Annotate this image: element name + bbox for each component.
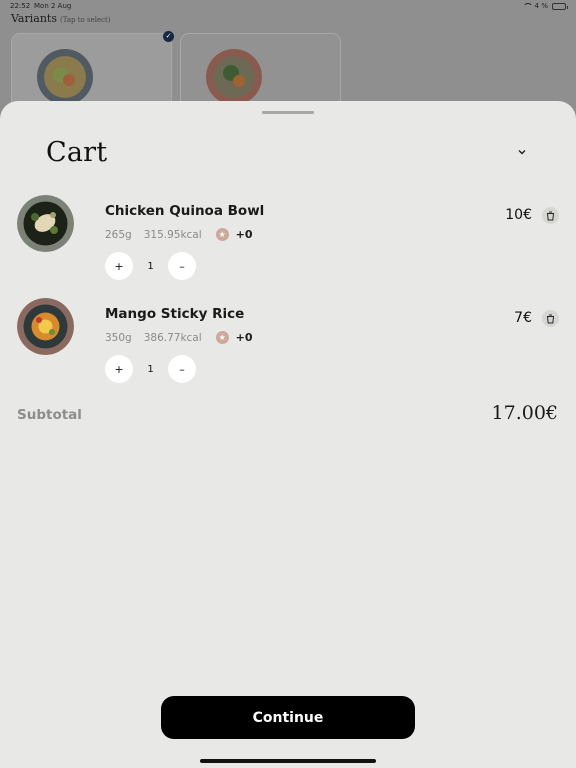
subtotal-label: Subtotal (17, 407, 82, 423)
cart-sheet: Cart Chicken Quinoa Bowl 265g 315.95kcal… (0, 101, 576, 768)
status-time: 22:52 (10, 2, 31, 10)
item-price: 7€ (514, 310, 532, 326)
item-weight: 350g (105, 331, 132, 344)
variants-title-text: Variants (11, 12, 57, 25)
wifi-icon (522, 3, 533, 9)
item-kcal: 386.77kcal (143, 331, 202, 344)
dish-image (17, 195, 74, 252)
status-bar: 22:52 Mon 2 Aug 4 % (0, 0, 576, 12)
quantity-value: 1 (147, 363, 154, 375)
item-name: Mango Sticky Rice (105, 306, 245, 322)
cart-item: Chicken Quinoa Bowl 265g 315.95kcal ★ +0… (0, 195, 576, 295)
item-kcal: 315.95kcal (143, 228, 202, 241)
item-meta: 265g 315.95kcal ★ +0 (105, 228, 253, 241)
continue-button[interactable]: Continue (161, 696, 415, 739)
item-price: 10€ (505, 207, 532, 223)
trash-icon[interactable] (542, 207, 559, 224)
quantity-stepper: + 1 – (105, 355, 196, 383)
item-points: +0 (235, 228, 253, 241)
star-icon: ★ (215, 331, 229, 344)
item-meta: 350g 386.77kcal ★ +0 (105, 331, 253, 344)
cart-title: Cart (46, 137, 108, 168)
battery-icon (552, 2, 568, 10)
increase-button[interactable]: + (105, 355, 133, 383)
drag-handle[interactable] (262, 111, 314, 114)
variant-dish-image (206, 49, 262, 105)
variant-dish-image (37, 49, 93, 105)
subtotal-value: 17.00€ (491, 402, 558, 424)
quantity-value: 1 (147, 260, 154, 272)
increase-button[interactable]: + (105, 252, 133, 280)
status-right: 4 % (522, 2, 568, 10)
status-date: Mon 2 Aug (34, 2, 72, 10)
check-icon: ✓ (163, 31, 174, 42)
chevron-down-icon[interactable] (513, 147, 531, 163)
star-icon: ★ (215, 228, 229, 241)
trash-icon[interactable] (542, 310, 559, 327)
decrease-button[interactable]: – (168, 252, 196, 280)
variants-hint: (Tap to select) (59, 16, 111, 24)
decrease-button[interactable]: – (168, 355, 196, 383)
dish-image (17, 298, 74, 355)
item-points: +0 (235, 331, 253, 344)
cart-item: Mango Sticky Rice 350g 386.77kcal ★ +0 +… (0, 298, 576, 398)
item-weight: 265g (105, 228, 132, 241)
item-name: Chicken Quinoa Bowl (105, 203, 265, 219)
variants-title: Variants (Tap to select) (11, 12, 111, 25)
home-indicator (200, 759, 376, 763)
battery-percent: 4 % (534, 2, 548, 10)
quantity-stepper: + 1 – (105, 252, 196, 280)
